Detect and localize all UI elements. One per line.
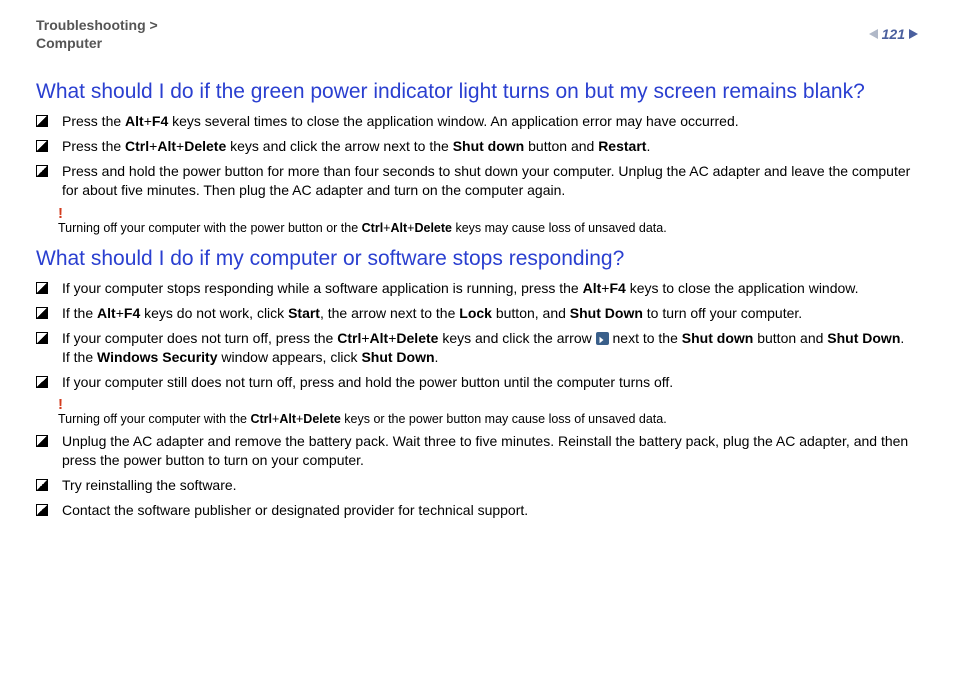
list-item: If your computer still does not turn off… — [36, 373, 918, 392]
section2-list-b: Unplug the AC adapter and remove the bat… — [36, 432, 918, 520]
list-item: Press the Alt+F4 keys several times to c… — [36, 112, 918, 131]
bullet-icon — [36, 504, 48, 516]
list-item: Unplug the AC adapter and remove the bat… — [36, 432, 918, 470]
warning-icon: ! — [58, 206, 918, 221]
next-page-icon[interactable] — [909, 29, 918, 39]
bullet-icon — [36, 479, 48, 491]
bullet-icon — [36, 282, 48, 294]
page-number-nav: 121 — [869, 26, 918, 42]
arrow-icon — [596, 332, 609, 345]
section2-warning: ! Turning off your computer with the Ctr… — [58, 397, 918, 426]
list-item: Press and hold the power button for more… — [36, 162, 918, 200]
list-item: If the Alt+F4 keys do not work, click St… — [36, 304, 918, 323]
prev-page-icon[interactable] — [869, 29, 878, 39]
list-item: Try reinstalling the software. — [36, 476, 918, 495]
list-item: If your computer stops responding while … — [36, 279, 918, 298]
breadcrumb-line1: Troubleshooting > — [36, 17, 158, 33]
section1-warning: ! Turning off your computer with the pow… — [58, 206, 918, 235]
bullet-icon — [36, 376, 48, 388]
list-item: Press the Ctrl+Alt+Delete keys and click… — [36, 137, 918, 156]
page-header: Troubleshooting > Computer 121 — [36, 16, 918, 52]
section2-title: What should I do if my computer or softw… — [36, 247, 918, 271]
bullet-icon — [36, 332, 48, 344]
list-item: Contact the software publisher or design… — [36, 501, 918, 520]
warning-icon: ! — [58, 397, 918, 412]
bullet-icon — [36, 115, 48, 127]
section1-title: What should I do if the green power indi… — [36, 80, 918, 104]
bullet-icon — [36, 165, 48, 177]
bullet-icon — [36, 307, 48, 319]
bullet-icon — [36, 140, 48, 152]
section2-list-a: If your computer stops responding while … — [36, 279, 918, 391]
section1-list: Press the Alt+F4 keys several times to c… — [36, 112, 918, 200]
bullet-icon — [36, 435, 48, 447]
list-item: If your computer does not turn off, pres… — [36, 329, 918, 367]
breadcrumb: Troubleshooting > Computer — [36, 16, 158, 52]
breadcrumb-line2: Computer — [36, 35, 102, 51]
page-number: 121 — [882, 26, 905, 42]
